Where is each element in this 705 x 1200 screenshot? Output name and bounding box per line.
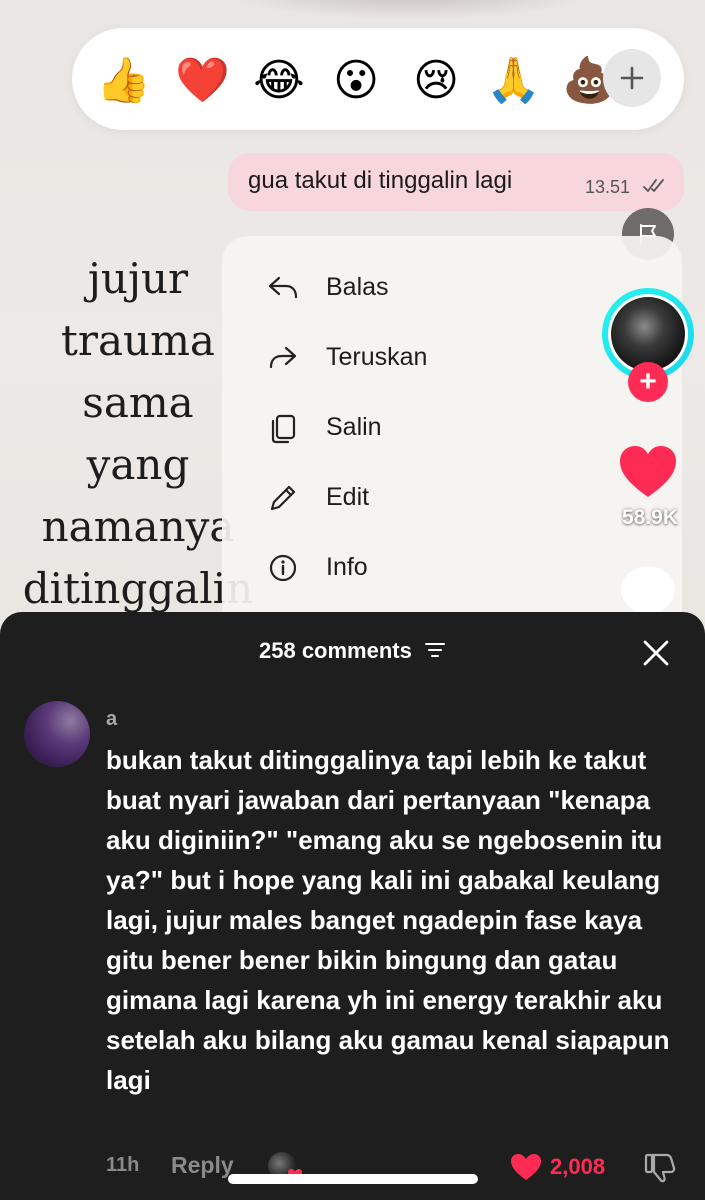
comment-button[interactable] [621,566,675,614]
poem-line: yang [86,440,190,489]
comment-text: bukan takut ditinggalinya tapi lebih ke … [106,745,670,1095]
like-count: 58.9K [621,506,679,529]
message-text: gua takut di tinggalin lagi [248,167,513,194]
menu-item-edit[interactable]: Edit [266,473,626,523]
comments-header: 258 comments [0,638,705,664]
double-check-icon [643,179,664,192]
video-top-shadow [220,0,600,20]
menu-item-label: Salin [326,413,382,441]
reply-button[interactable]: Reply [171,1152,234,1179]
menu-item-copy[interactable]: Salin [266,403,626,453]
more-reactions-button[interactable] [603,49,661,107]
poem-line: sama [82,378,194,427]
menu-item-label: Info [326,553,368,581]
dislike-icon[interactable] [643,1150,677,1184]
follow-button[interactable]: + [628,362,668,402]
heart-reaction[interactable]: ❤️ [175,54,230,108]
sort-icon[interactable] [424,641,446,659]
pray-reaction[interactable]: 🙏 [486,54,541,108]
menu-item-reply[interactable]: Balas [266,263,626,313]
poem-line: namanya [41,502,235,551]
home-indicator [228,1174,478,1184]
comments-panel: 258 comments a bukan takut ditinggalinya… [0,612,705,1200]
forward-icon [269,346,297,369]
plus-icon [620,66,644,90]
commenter-username[interactable]: a [106,708,117,731]
close-icon[interactable] [641,638,671,668]
screen: 👍 ❤️ 😂 😮 😢 🙏 💩 gua takut di tinggalin la… [0,0,705,1200]
comments-count: 258 comments [259,638,412,663]
reply-icon [268,276,298,299]
like-heart-icon[interactable] [618,444,678,500]
commenter-avatar[interactable] [24,701,90,767]
poem-line: ditinggalin [22,564,254,613]
poem-line: jujur [87,254,189,303]
menu-item-label: Edit [326,483,370,511]
message-time: 13.51 [585,177,631,197]
crying-reaction[interactable]: 😢 [409,54,463,108]
reaction-bar: 👍 ❤️ 😂 😮 😢 🙏 💩 [72,28,684,130]
message-bubble[interactable]: gua takut di tinggalin lagi 13.51 [228,153,684,211]
menu-item-label: Balas [326,273,389,301]
thumbs-up-reaction[interactable]: 👍 [96,54,151,108]
laughing-reaction[interactable]: 😂 [252,54,306,108]
comment-like-icon[interactable] [509,1152,543,1182]
menu-item-forward[interactable]: Teruskan [266,333,626,383]
surprised-reaction[interactable]: 😮 [329,54,383,108]
video-caption-text: jujur trauma sama yang namanya ditinggal… [20,248,256,620]
menu-item-label: Teruskan [326,343,428,371]
comment-time: 11h [106,1154,140,1176]
copy-icon [271,414,296,444]
pencil-icon [270,485,296,511]
menu-item-info[interactable]: Info [266,543,626,593]
info-icon [269,554,297,582]
poem-line: trauma [61,316,215,365]
comment-like-count: 2,008 [550,1154,606,1179]
